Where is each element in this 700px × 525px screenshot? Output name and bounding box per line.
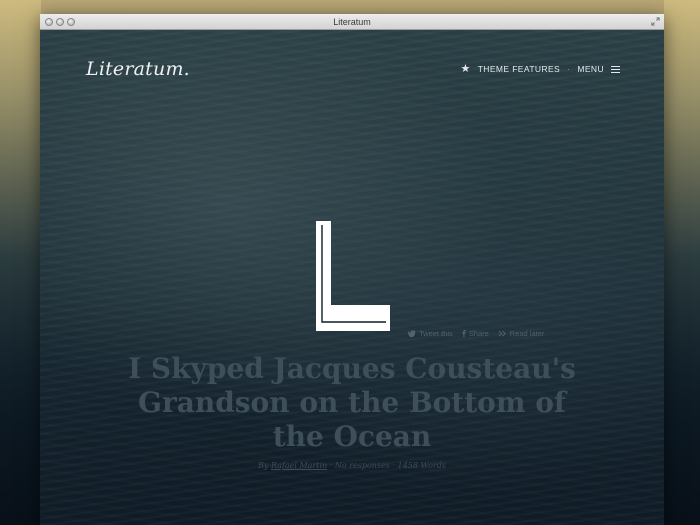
read-later-button[interactable]: Read later: [498, 329, 545, 338]
site-logo[interactable]: Literatum.: [86, 58, 190, 80]
facebook-share-button[interactable]: Share: [462, 329, 489, 338]
facebook-icon: [462, 330, 466, 337]
word-count: 1458 Words: [397, 461, 446, 470]
tweet-button[interactable]: Tweet this: [408, 329, 453, 338]
responses-link[interactable]: No responses: [335, 461, 390, 470]
read-later-label: Read later: [509, 329, 545, 338]
tweet-label: Tweet this: [419, 329, 453, 338]
share-bar: Tweet this Share Read later: [408, 329, 544, 338]
browser-window: Literatum Literatum. ★ THEME FEATURES · …: [40, 14, 664, 525]
byline-separator-1: ·: [329, 461, 333, 470]
byline-separator-2: ·: [392, 461, 395, 470]
site-nav: ★ THEME FEATURES · MENU: [460, 63, 620, 75]
window-title: Literatum: [333, 17, 371, 27]
theme-features-link[interactable]: THEME FEATURES: [478, 64, 560, 74]
facebook-share-label: Share: [468, 329, 489, 338]
desktop-background-right: [664, 0, 700, 525]
desktop-background-left: [0, 0, 41, 525]
fullscreen-icon[interactable]: [651, 17, 660, 26]
window-titlebar: Literatum: [40, 14, 664, 30]
nav-separator: ·: [567, 64, 571, 74]
star-icon: ★: [460, 63, 471, 75]
author-link[interactable]: Rafael Martin: [271, 461, 327, 470]
hero-letter: L: [353, 290, 354, 292]
menu-link[interactable]: MENU: [577, 64, 604, 74]
byline-prefix: By: [257, 461, 269, 470]
article-title[interactable]: I Skyped Jacques Cousteau's Grandson on …: [110, 352, 594, 454]
hero-letter-logo: L: [316, 221, 390, 331]
page-hero: Literatum. ★ THEME FEATURES · MENU L Twe…: [40, 30, 664, 525]
hamburger-icon[interactable]: [611, 65, 620, 73]
read-later-icon: [498, 330, 506, 337]
twitter-icon: [408, 330, 416, 337]
article-byline: By Rafael Martin · No responses · 1458 W…: [40, 461, 664, 470]
